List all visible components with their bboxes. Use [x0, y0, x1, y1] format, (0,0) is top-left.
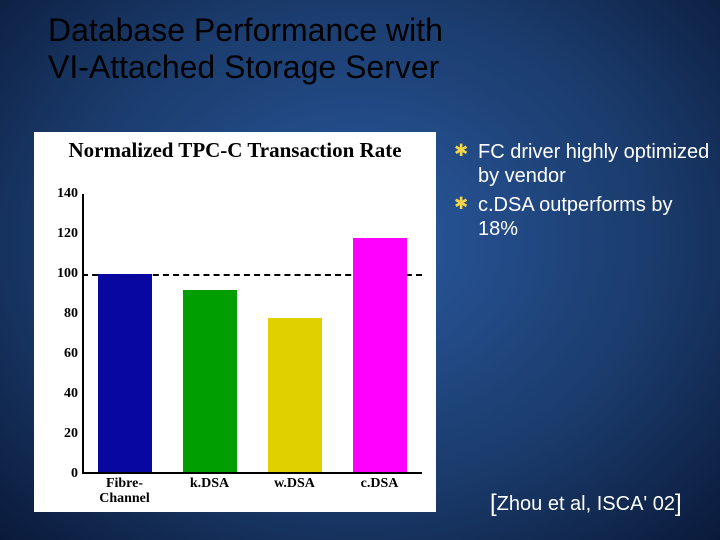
y-tick-label: 20 — [42, 426, 78, 442]
citation-text: Zhou et al, ISCA' 02 — [497, 493, 675, 515]
citation-close: ] — [675, 490, 682, 517]
citation-open: [ — [490, 490, 497, 517]
y-tick-label: 120 — [42, 226, 78, 242]
y-tick-label: 100 — [42, 266, 78, 282]
y-axis-line — [82, 194, 84, 474]
x-tick-label: Fibre-Channel — [85, 476, 165, 507]
y-tick-label: 0 — [42, 466, 78, 482]
bullet-asterisk-icon: ✱ — [454, 193, 470, 242]
y-tick-label: 60 — [42, 346, 78, 362]
bar-fibre-channel — [98, 274, 152, 474]
x-tick-label: c.DSA — [340, 476, 420, 491]
bar-w-dsa — [268, 318, 322, 474]
bullet-asterisk-icon: ✱ — [454, 140, 470, 189]
chart-title: Normalized TPC-C Transaction Rate — [34, 138, 436, 163]
chart-plot-area: 020406080100120140 — [82, 194, 422, 474]
bullet-item: ✱c.DSA outperforms by 18% — [454, 193, 710, 242]
slide-title: Database Performance with VI-Attached St… — [48, 12, 688, 86]
y-tick-label: 40 — [42, 386, 78, 402]
bullet-text: c.DSA outperforms by 18% — [478, 193, 710, 242]
citation: [Zhou et al, ISCA' 02] — [490, 490, 682, 518]
title-line-2: VI-Attached Storage Server — [48, 49, 439, 85]
bars-group — [82, 194, 422, 474]
x-axis-line — [82, 472, 422, 474]
bar-k-dsa — [183, 290, 237, 474]
bullet-list: ✱FC driver highly optimized by vendor✱c.… — [454, 140, 710, 246]
x-tick-label: w.DSA — [255, 476, 335, 491]
bullet-item: ✱FC driver highly optimized by vendor — [454, 140, 710, 189]
title-line-1: Database Performance with — [48, 12, 443, 48]
bar-c-dsa — [353, 238, 407, 474]
bullet-text: FC driver highly optimized by vendor — [478, 140, 710, 189]
x-axis-labels: Fibre-Channel k.DSA w.DSA c.DSA — [82, 476, 422, 510]
chart-panel: Normalized TPC-C Transaction Rate 020406… — [34, 132, 436, 512]
y-tick-label: 140 — [42, 186, 78, 202]
x-tick-label: k.DSA — [170, 476, 250, 491]
y-tick-label: 80 — [42, 306, 78, 322]
